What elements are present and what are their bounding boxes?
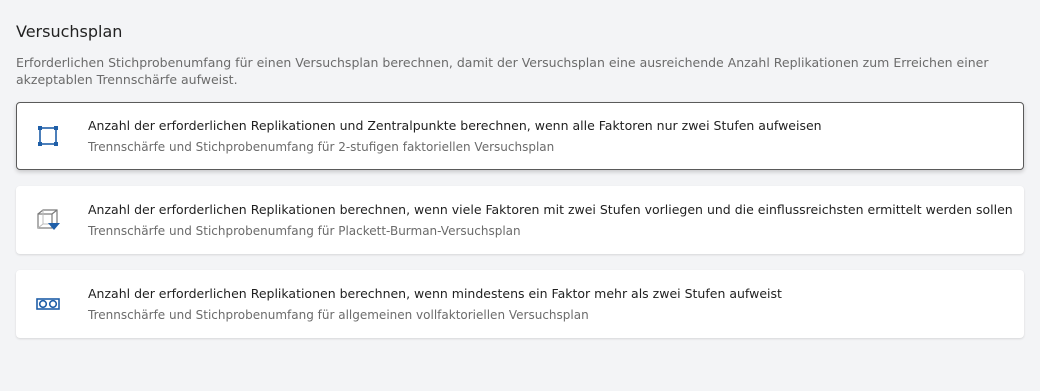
option-title: Anzahl der erforderlichen Replikationen … (88, 118, 822, 133)
option-subtitle: Trennschärfe und Stichprobenumfang für 2… (88, 140, 555, 154)
section-description: Erforderlichen Stichprobenumfang für ein… (16, 55, 989, 87)
option-card-plackett-burman[interactable]: Anzahl der erforderlichen Replikationen … (16, 186, 1024, 254)
cube-funnel-icon (35, 207, 61, 233)
page: Versuchsplan Erforderlichen Stichprobenu… (0, 0, 1040, 391)
option-card-2-level-factorial[interactable]: Anzahl der erforderlichen Replikationen … (16, 102, 1024, 170)
option-subtitle: Trennschärfe und Stichprobenumfang für a… (88, 308, 589, 322)
section-title: Versuchsplan (16, 22, 123, 41)
option-subtitle: Trennschärfe und Stichprobenumfang für P… (88, 224, 521, 238)
double-circle-icon (35, 291, 61, 317)
option-card-general-full-factorial[interactable]: Anzahl der erforderlichen Replikationen … (16, 270, 1024, 338)
option-title: Anzahl der erforderlichen Replikationen … (88, 202, 1013, 217)
square-corners-icon (35, 123, 61, 149)
option-title: Anzahl der erforderlichen Replikationen … (88, 286, 782, 301)
